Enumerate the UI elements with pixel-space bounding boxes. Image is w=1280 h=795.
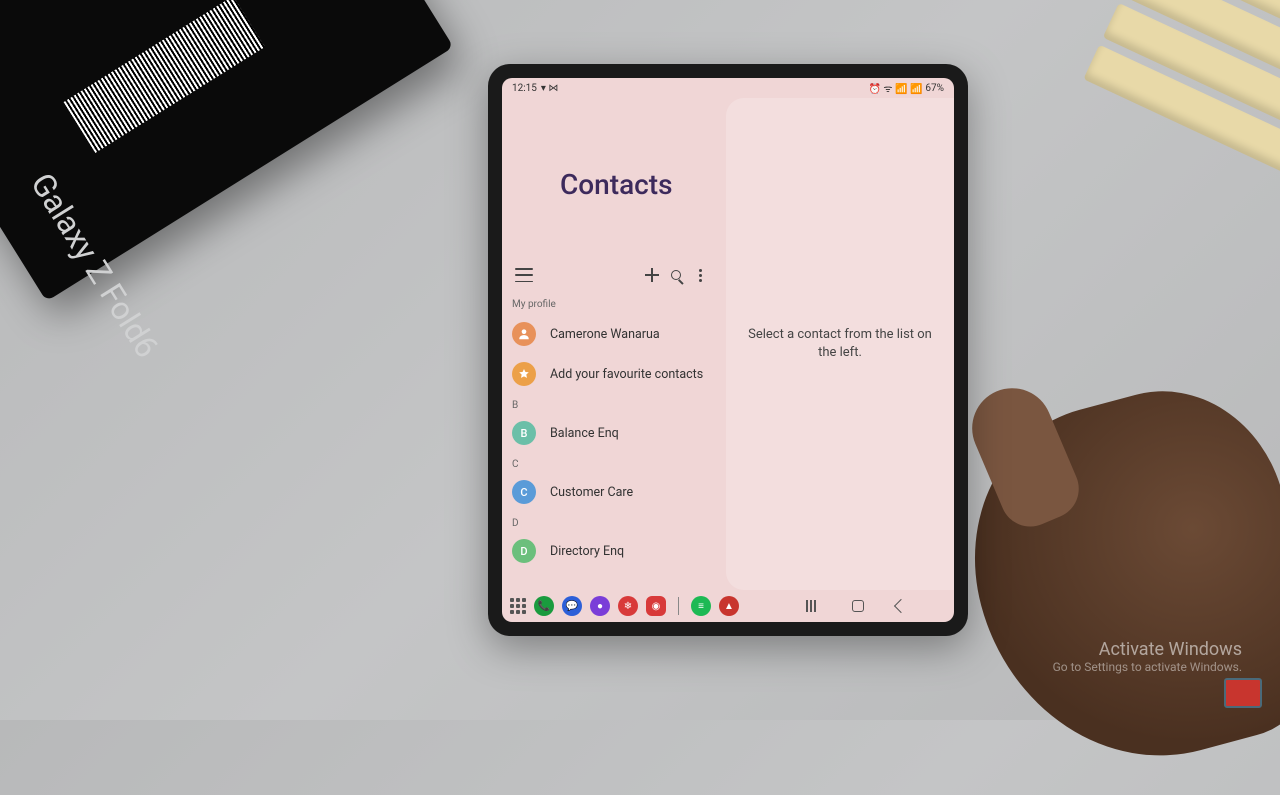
pdf-app-icon[interactable]: ▲ [719, 596, 739, 616]
more-button[interactable] [688, 263, 712, 287]
menu-button[interactable] [512, 263, 536, 287]
contact-name-label: Customer Care [550, 485, 633, 500]
my-profile-section-label: My profile [502, 289, 720, 314]
contact-item-directory-enq[interactable]: D Directory Enq [502, 531, 720, 571]
contact-name-label: Directory Enq [550, 544, 624, 559]
search-button[interactable] [664, 263, 688, 287]
contact-item-customer-care[interactable]: C Customer Care [502, 472, 720, 512]
avatar: D [512, 539, 536, 563]
phone-device: 12:15 ▾ ⋈ ⏰ ᯤ 📶 📶 67% Contacts [488, 64, 968, 636]
prop-wood-blocks [1065, 0, 1280, 220]
nav-bar [806, 600, 946, 612]
nav-back-button[interactable] [894, 599, 908, 613]
contact-item-balance-enq[interactable]: B Balance Enq [502, 413, 720, 453]
status-time: 12:15 [512, 83, 537, 94]
dock: 📞 💬 ● ❄ ◉ ≡ ▲ [510, 596, 739, 616]
dock-divider [678, 597, 679, 615]
empty-state-text: Select a contact from the list on the le… [746, 326, 934, 362]
browser-app-icon[interactable]: ● [590, 596, 610, 616]
favourites-label: Add your favourite contacts [550, 367, 703, 382]
status-left-icons: ▾ ⋈ [541, 83, 559, 94]
page-title: Contacts [502, 98, 720, 201]
windows-activation-watermark: Activate Windows Go to Settings to activ… [1053, 639, 1242, 674]
contacts-app: Contacts My profile [502, 98, 954, 590]
apps-drawer-button[interactable] [510, 598, 526, 614]
contact-name-label: Balance Enq [550, 426, 619, 441]
star-icon [518, 368, 530, 380]
status-bar: 12:15 ▾ ⋈ ⏰ ᯤ 📶 📶 67% [502, 78, 954, 98]
messages-app-icon[interactable]: 💬 [562, 596, 582, 616]
avatar: B [512, 421, 536, 445]
search-icon [671, 270, 681, 280]
tray-recorder-icon [1224, 678, 1262, 708]
more-vert-icon [699, 269, 702, 282]
taskbar: 📞 💬 ● ❄ ◉ ≡ ▲ [502, 590, 954, 622]
avatar: C [512, 480, 536, 504]
status-right-icons: ⏰ ᯤ 📶 📶 [868, 81, 922, 95]
avatar-favourites [512, 362, 536, 386]
avatar-profile [512, 322, 536, 346]
contact-detail-pane: Select a contact from the list on the le… [726, 98, 954, 590]
plus-icon [645, 268, 659, 282]
section-letter-d: D [502, 512, 720, 531]
prop-hand [939, 365, 1280, 795]
prop-box-barcode [64, 0, 265, 153]
spotify-app-icon[interactable]: ≡ [691, 596, 711, 616]
nav-home-button[interactable] [852, 600, 864, 612]
phone-screen: 12:15 ▾ ⋈ ⏰ ᯤ 📶 📶 67% Contacts [502, 78, 954, 622]
camera-app-icon[interactable]: ◉ [646, 596, 666, 616]
watermark-sub: Go to Settings to activate Windows. [1053, 660, 1242, 674]
snow-app-icon[interactable]: ❄ [618, 596, 638, 616]
contacts-list-pane: Contacts My profile [502, 98, 720, 590]
status-battery: 67% [925, 83, 944, 94]
section-letter-b: B [502, 394, 720, 413]
prop-box-text: Galaxy Z Fold6 [23, 166, 166, 364]
person-icon [517, 327, 531, 341]
watermark-title: Activate Windows [1053, 639, 1242, 660]
prop-box: Galaxy Z Fold6 [0, 0, 454, 301]
toolbar [502, 261, 720, 289]
profile-name-label: Camerone Wanarua [550, 327, 660, 342]
add-favourites-item[interactable]: Add your favourite contacts [502, 354, 720, 394]
phone-app-icon[interactable]: 📞 [534, 596, 554, 616]
hamburger-icon [515, 268, 533, 282]
my-profile-item[interactable]: Camerone Wanarua [502, 314, 720, 354]
nav-recent-button[interactable] [806, 600, 820, 612]
section-letter-c: C [502, 453, 720, 472]
add-contact-button[interactable] [640, 263, 664, 287]
